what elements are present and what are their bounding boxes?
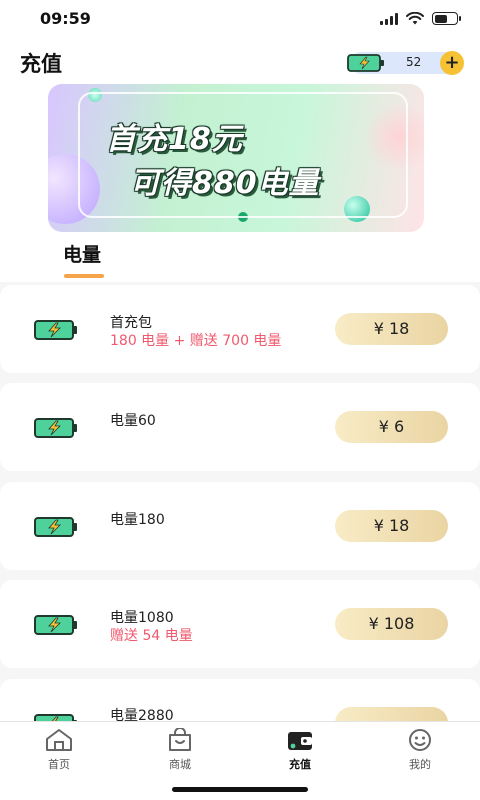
- add-energy-button[interactable]: +: [440, 51, 464, 75]
- home-icon: [46, 729, 72, 751]
- product-card[interactable]: 电量1080 赠送 54 电量 ¥ 108: [0, 580, 480, 668]
- nav-item-profile[interactable]: 我的: [390, 728, 450, 772]
- nav-label: 首页: [48, 758, 70, 771]
- nav-label: 充值: [289, 758, 311, 771]
- battery-product-icon: [34, 517, 77, 537]
- product-name: 电量60: [110, 413, 156, 429]
- status-time: 09:59: [40, 9, 91, 28]
- energy-balance: 52 +: [347, 51, 464, 75]
- status-icons: [380, 12, 461, 25]
- status-bar: 09:59: [0, 0, 480, 40]
- tab-underline: [64, 274, 104, 278]
- battery-icon: [432, 12, 461, 25]
- product-name: 首充包: [110, 315, 152, 331]
- battery-product-icon: [34, 418, 77, 438]
- product-bonus: 赠送 54 电量: [110, 628, 193, 644]
- nav-label: 我的: [409, 758, 431, 771]
- profile-icon: [409, 729, 431, 751]
- product-card[interactable]: 电量180 ¥ 18: [0, 482, 480, 570]
- wallet-icon: [288, 732, 312, 750]
- price-button[interactable]: ¥ 18: [335, 313, 448, 345]
- battery-product-icon: [34, 615, 77, 635]
- energy-battery-icon: [347, 54, 384, 72]
- nav-item-mall[interactable]: 商城: [150, 728, 210, 772]
- product-card[interactable]: 电量60 ¥ 6: [0, 383, 480, 471]
- banner-subheadline: 可得880电量: [130, 166, 320, 201]
- wifi-icon: [406, 12, 424, 25]
- nav-item-home[interactable]: 首页: [29, 728, 89, 772]
- balance-value: 52: [406, 55, 422, 69]
- shopping-bag-icon: [169, 728, 191, 751]
- price-button[interactable]: ¥ 108: [335, 608, 448, 640]
- product-card[interactable]: 首充包 180 电量 + 赠送 700 电量 ¥ 18: [0, 285, 480, 373]
- tab-energy[interactable]: 电量: [63, 240, 101, 267]
- nav-label: 商城: [169, 758, 191, 771]
- price-button[interactable]: ¥ 6: [335, 411, 448, 443]
- nav-item-recharge[interactable]: 充值: [270, 728, 330, 772]
- signal-icon: [380, 12, 398, 25]
- page-title: 充值: [20, 52, 62, 76]
- product-name: 电量180: [110, 512, 165, 528]
- banner-headline: 首充18元: [106, 122, 243, 157]
- product-name: 电量1080: [110, 610, 174, 626]
- banner-area: 首充18元 可得880电量 电量: [0, 84, 480, 282]
- product-bonus: 180 电量 + 赠送 700 电量: [110, 333, 282, 349]
- price-button[interactable]: ¥ 18: [335, 510, 448, 542]
- promo-banner[interactable]: 首充18元 可得880电量: [48, 84, 424, 232]
- home-indicator: [172, 787, 308, 792]
- header: 充值 52 +: [0, 40, 480, 84]
- battery-product-icon: [34, 320, 77, 340]
